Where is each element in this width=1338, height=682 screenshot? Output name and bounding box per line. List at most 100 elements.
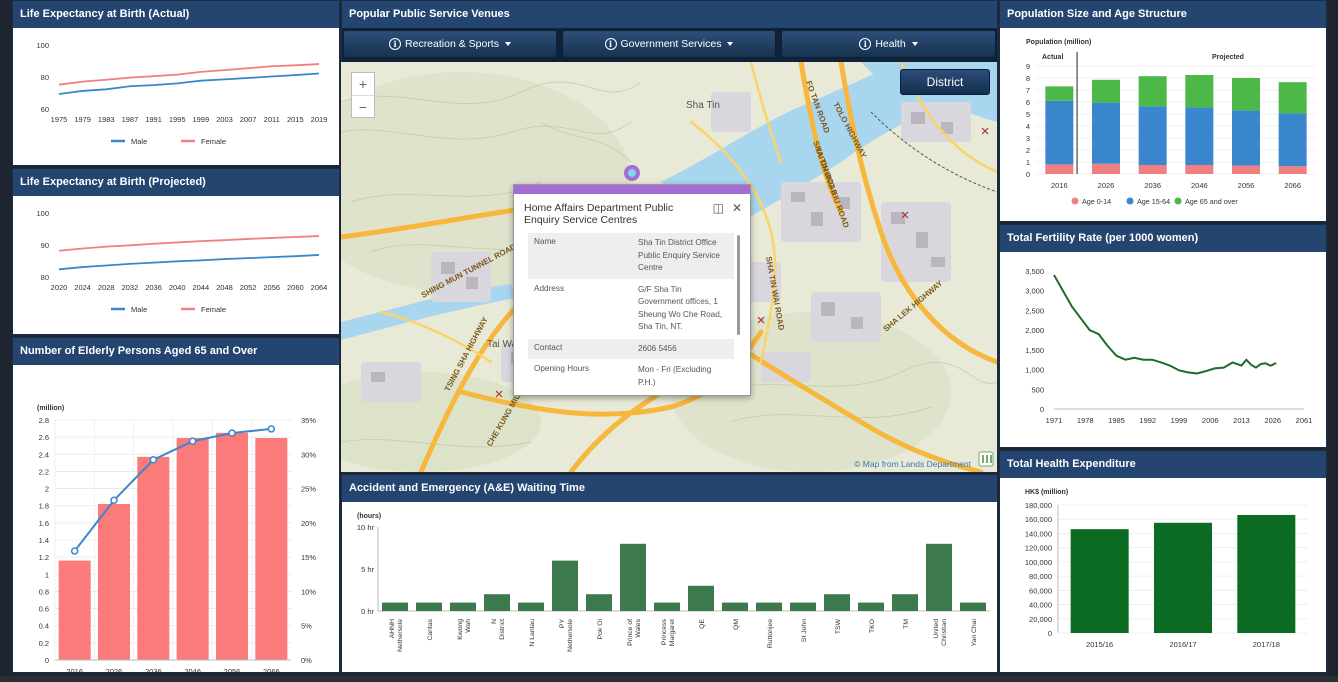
popup-scrollbar[interactable] [737,235,740,335]
bar [960,602,986,611]
government-services-button[interactable]: i Government Services [562,30,776,58]
y-tick-label: 0 hr [361,607,374,616]
popup-value: G/F Sha Tin Government offices, 1 Sheung… [638,284,723,332]
x-tick-label: 2064 [311,283,328,292]
x-tick-label: 2026 [1264,416,1281,425]
legend-label: Age 15-64 [1137,197,1170,206]
x-tick-label: 2003 [216,115,233,124]
percent-point [188,437,197,446]
bar [1070,529,1129,633]
panel-title: Life Expectancy at Birth (Projected) [13,169,339,196]
zoom-in-button[interactable]: + [352,73,374,95]
y-tick-label: 180,000 [1025,501,1052,510]
x-tick-label: 1992 [1139,416,1156,425]
bar [824,594,850,611]
y-tick-label: 60 [41,105,49,114]
life-projected-chart: 80 90 100 2020 2024 2028 2032 2036 2040 2044 2048 2… [36,209,328,314]
y2-tick-label: 10% [301,587,316,596]
y-tick-label: 8 [1026,74,1030,83]
panel-title: Total Health Expenditure [1000,451,1326,478]
x-tick-label: Prince ofWales [627,618,642,645]
popup-key: Address [534,283,565,293]
y-tick-label: 0 [1048,629,1052,638]
y-tick-label: 60,000 [1029,586,1052,595]
map-credit: © Map from Lands Department [854,459,971,469]
y-tick-label: 6 [1026,98,1030,107]
x-tick-label: 2016/17 [1169,640,1196,649]
y-tick-label: 1.4 [39,536,49,545]
y2-tick-label: 15% [301,553,316,562]
bar [137,456,170,660]
y-tick-label: 0.6 [39,605,49,614]
map-view[interactable]: SHING MUN TUNNEL ROAD TAI CHUNG KIU ROAD… [341,62,997,472]
bar [58,560,91,660]
actual-label: Actual [1042,54,1063,61]
y-tick-label: 3,000 [1025,287,1044,296]
bar [1237,514,1296,633]
bar [688,585,714,611]
info-icon: i [859,38,872,50]
popup-row: Address G/F Sha Tin Government offices, 1… [528,280,734,339]
y-tick-label: 100 [36,209,49,218]
popup-key: Opening Hours [534,364,590,373]
district-button[interactable]: District [900,69,990,95]
recreation-sports-button[interactable]: i Recreation & Sports [343,30,557,58]
y-axis-unit: HK$ (million) [1025,489,1068,496]
bar [176,438,209,660]
y-tick-label: 140,000 [1025,529,1052,538]
location-pin-icon[interactable] [624,165,640,181]
legend-label: Male [131,305,147,314]
x-tick-label: 1983 [98,115,115,124]
bar [1154,522,1212,633]
bar [382,602,408,611]
x-tick-label: 2046 [184,667,201,672]
x-tick-label: 1971 [1046,416,1063,425]
zoom-out-button[interactable]: − [352,95,374,117]
panel-title: Population Size and Age Structure [1000,1,1326,28]
dock-icon[interactable]: ◫ [713,201,724,215]
x-tick-label: Yan Chai [971,619,978,647]
x-tick-label: 2006 [1202,416,1219,425]
health-button[interactable]: i Health [781,30,996,58]
y-tick-label: 7 [1026,86,1030,95]
caret-down-icon [504,42,511,46]
y-axis-unit: Population (million) [1026,39,1091,46]
caret-down-icon [727,42,734,46]
x-tick-label: 1999 [1171,416,1188,425]
bar-segment [1138,165,1167,174]
bar-segment [1185,107,1214,165]
percent-point [228,429,236,437]
y-tick-label: 40,000 [1029,601,1052,610]
x-tick-label: 2026 [106,667,123,672]
x-tick-label: 1979 [74,115,91,124]
legend-swatch [1174,197,1182,205]
button-label: Health [875,38,906,50]
x-tick-label: 2026 [1098,181,1115,190]
x-tick-label: 1985 [1108,416,1125,425]
x-tick-label: 2019 [311,115,328,124]
y-tick-label: 2.6 [39,433,49,442]
x-tick-label: 2061 [1296,416,1313,425]
fertility-line [1053,274,1277,375]
elderly-chart: (million) 0 0.2 0.4 0.6 0.8 1 1.2 1.4 1.6 1.8 2 2.2 2… [37,405,316,672]
status-bar [0,676,1338,682]
bar [858,602,884,611]
fertility-panel: Total Fertility Rate (per 1000 women) 0 5… [999,224,1327,448]
y-tick-label: 3 [1026,134,1030,143]
x-tick-label: 2016 [66,667,83,672]
x-tick-label: 2011 [264,115,280,124]
y-tick-label: 100,000 [1025,558,1052,567]
x-tick-label: 2056 [1238,181,1255,190]
y-tick-label: 160,000 [1025,515,1052,524]
popup-value: 2606 5456 [638,343,677,353]
series-line-male [58,254,320,271]
y-tick-label: 2.2 [39,467,49,476]
x-tick-label: 2007 [240,115,257,124]
close-icon[interactable]: ✕ [732,201,742,215]
y-tick-label: 0.2 [39,639,49,648]
y-tick-label: 5 hr [361,565,374,574]
percent-point [70,547,79,555]
life-actual-panel: Life Expectancy at Birth (Actual) 60 80 10… [12,0,340,166]
percent-point [149,456,158,464]
bar-segment [1278,113,1307,167]
